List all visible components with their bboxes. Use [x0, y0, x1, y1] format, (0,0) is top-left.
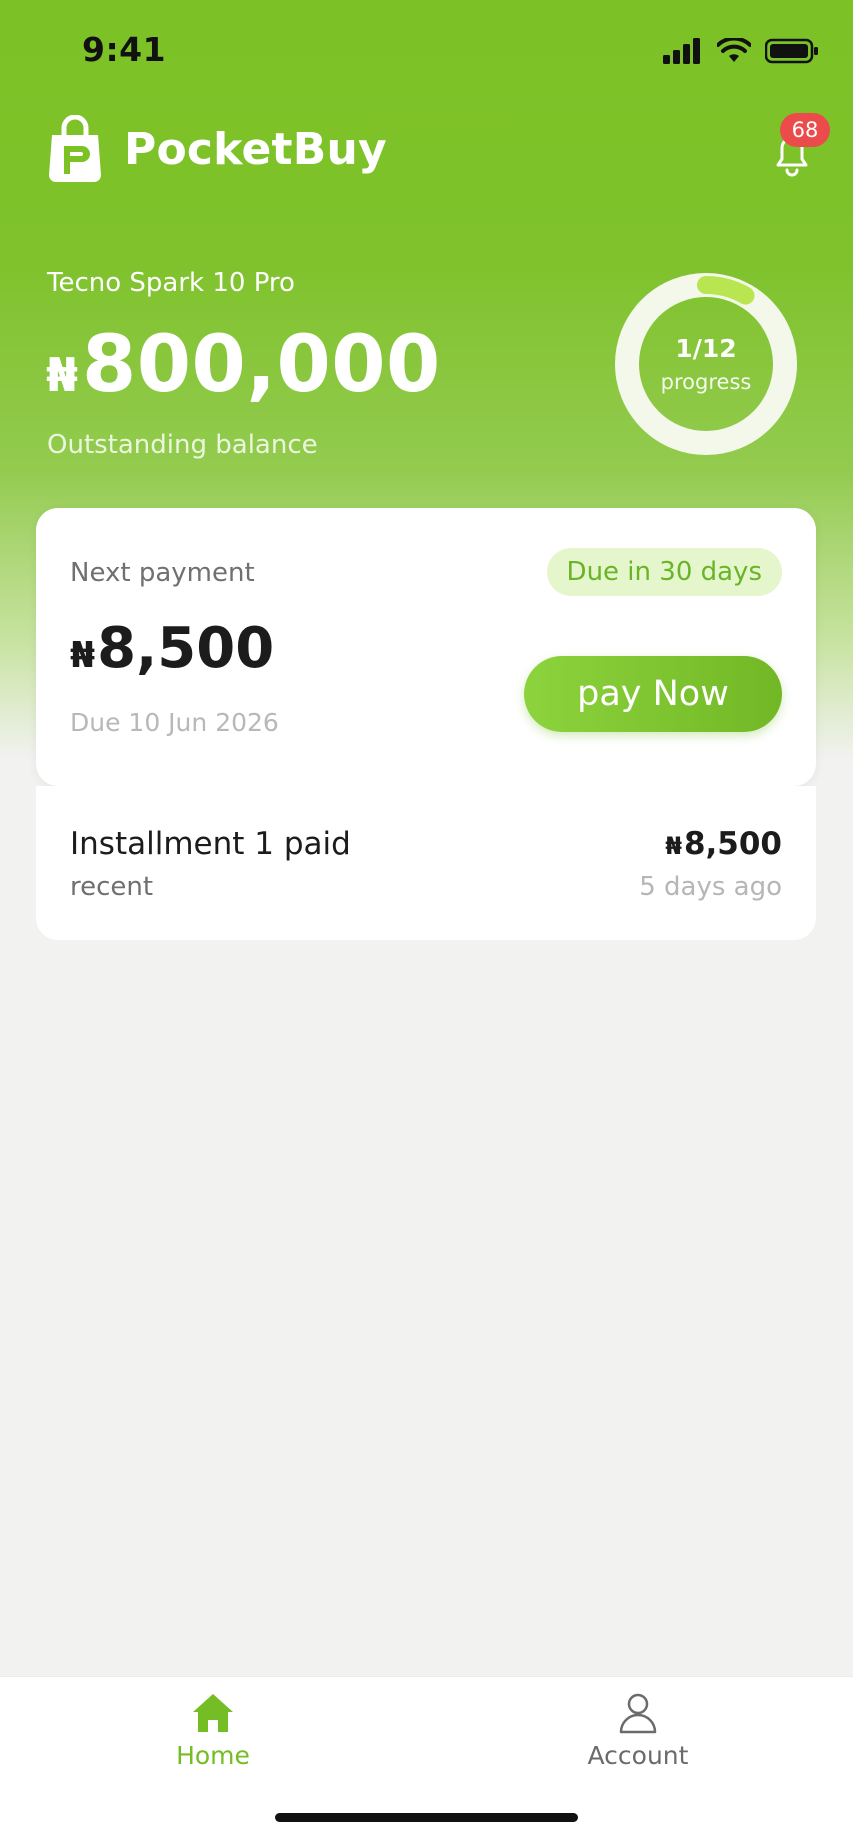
tab-home-label: Home [176, 1741, 250, 1770]
currency-symbol: ₦ [665, 832, 682, 860]
progress-label-group: 1/12 progress [614, 272, 798, 456]
recent-installment-item[interactable]: Installment 1 paid recent ₦ 8,500 5 days… [36, 786, 816, 940]
cellular-signal-icon [663, 38, 700, 64]
due-in-pill: Due in 30 days [546, 548, 782, 596]
installment-subtitle: recent [70, 872, 154, 902]
status-time: 9:41 [82, 30, 167, 69]
app-name: PocketBuy [124, 123, 387, 175]
battery-icon [765, 38, 818, 64]
home-icon [193, 1694, 233, 1732]
shopping-bag-logo-icon [49, 115, 101, 182]
next-payment-amount: ₦ 8,500 [70, 616, 274, 681]
user-icon [619, 1693, 657, 1734]
tab-account-label: Account [587, 1741, 689, 1770]
due-date: Due 10 Jun 2026 [70, 708, 279, 737]
status-bar: 9:41 [0, 0, 853, 105]
pay-now-button[interactable]: pay Now [524, 656, 782, 732]
device-name: Tecno Spark 10 Pro [47, 268, 295, 298]
next-payment-value: 8,500 [97, 616, 275, 681]
currency-symbol: ₦ [70, 635, 96, 676]
installment-time: 5 days ago [639, 872, 782, 902]
next-payment-label: Next payment [70, 558, 255, 588]
outstanding-balance: ₦ 800,000 [46, 320, 441, 410]
progress-caption: progress [660, 370, 752, 394]
installment-title: Installment 1 paid [70, 826, 351, 862]
home-indicator [275, 1813, 578, 1822]
tab-account[interactable]: Account [538, 1691, 738, 1770]
progress-count: 1/12 [675, 334, 737, 363]
notification-badge[interactable]: 68 [780, 113, 830, 147]
installment-amount: ₦ 8,500 [665, 826, 782, 862]
next-payment-card: Next payment Due in 30 days ₦ 8,500 Due … [36, 508, 816, 786]
app-header: PocketBuy [46, 115, 387, 183]
balance-label: Outstanding balance [47, 430, 318, 460]
wifi-icon [717, 38, 751, 62]
status-icons [663, 38, 819, 64]
tab-home[interactable]: Home [113, 1691, 313, 1770]
balance-amount: 800,000 [82, 320, 441, 410]
currency-symbol: ₦ [46, 348, 79, 402]
installment-value: 8,500 [683, 826, 782, 862]
